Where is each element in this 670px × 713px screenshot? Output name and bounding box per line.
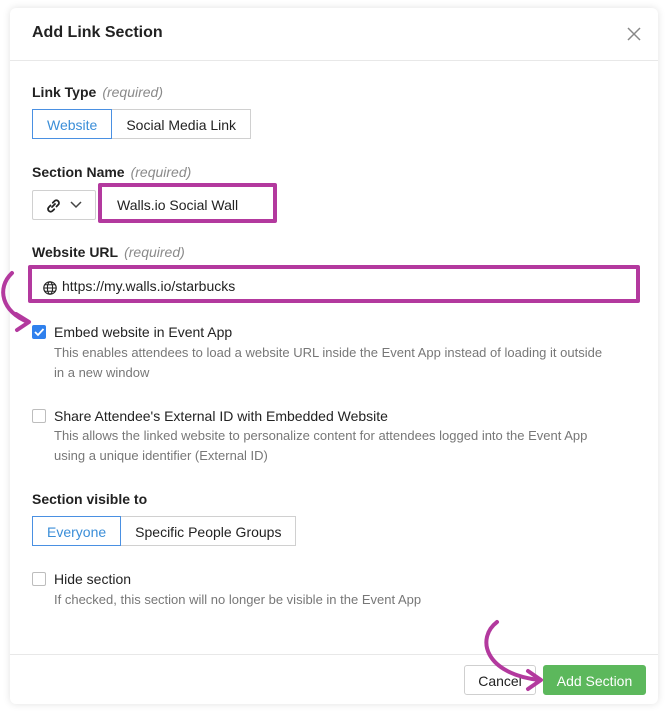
visibility-toggle: Everyone Specific People Groups <box>32 516 297 546</box>
website-url-input[interactable]: https://my.walls.io/starbucks <box>28 265 640 303</box>
share-external-id-label[interactable]: Share Attendee's External ID with Embedd… <box>54 408 388 424</box>
embed-website-label[interactable]: Embed website in Event App <box>54 324 232 340</box>
visibility-option-specific-groups[interactable]: Specific People Groups <box>121 516 297 546</box>
cancel-button[interactable]: Cancel <box>464 665 536 695</box>
embed-website-help-line2: in a new window <box>54 365 150 380</box>
section-visible-to-label: Section visible to <box>32 491 148 507</box>
section-name-label: Section Name (required) <box>32 164 191 180</box>
hide-section-help: If checked, this section will no longer … <box>54 592 422 607</box>
section-icon-select[interactable] <box>32 190 96 220</box>
share-external-id-checkbox[interactable] <box>32 409 46 423</box>
close-icon[interactable] <box>622 22 646 46</box>
website-url-value: https://my.walls.io/starbucks <box>62 278 236 294</box>
globe-icon <box>43 281 57 295</box>
hide-section-label[interactable]: Hide section <box>54 571 131 587</box>
section-name-label-text: Section Name <box>32 164 125 180</box>
link-type-option-website[interactable]: Website <box>32 109 113 139</box>
section-name-input[interactable]: Walls.io Social Wall <box>98 183 277 223</box>
add-link-section-dialog: Add Link Section Link Type (required) Web… <box>10 8 658 704</box>
share-external-id-help-line1: This allows the linked website to person… <box>54 428 588 443</box>
chevron-down-icon <box>70 201 82 209</box>
dialog-title: Add Link Section <box>32 24 163 41</box>
embed-website-checkbox[interactable] <box>32 325 46 339</box>
share-external-id-help-line2: using a unique identifier (External ID) <box>54 448 268 463</box>
checkmark-icon <box>34 328 45 337</box>
embed-website-help-line1: This enables attendees to load a website… <box>54 345 603 360</box>
dialog-footer: Cancel Add Section <box>10 654 658 705</box>
add-section-button[interactable]: Add Section <box>543 665 646 695</box>
website-url-label: Website URL (required) <box>32 244 185 260</box>
link-type-toggle: Website Social Media Link <box>32 109 252 139</box>
required-hint: (required) <box>130 164 192 180</box>
link-icon <box>47 199 60 213</box>
website-url-label-text: Website URL <box>32 244 119 260</box>
link-type-option-social-media[interactable]: Social Media Link <box>112 109 252 139</box>
dialog-header: Add Link Section <box>10 8 658 61</box>
visibility-option-everyone[interactable]: Everyone <box>32 516 122 546</box>
link-type-label: Link Type (required) <box>32 84 163 100</box>
hide-section-checkbox[interactable] <box>32 572 46 586</box>
link-type-label-text: Link Type <box>32 84 97 100</box>
required-hint: (required) <box>102 84 164 100</box>
required-hint: (required) <box>124 244 185 260</box>
